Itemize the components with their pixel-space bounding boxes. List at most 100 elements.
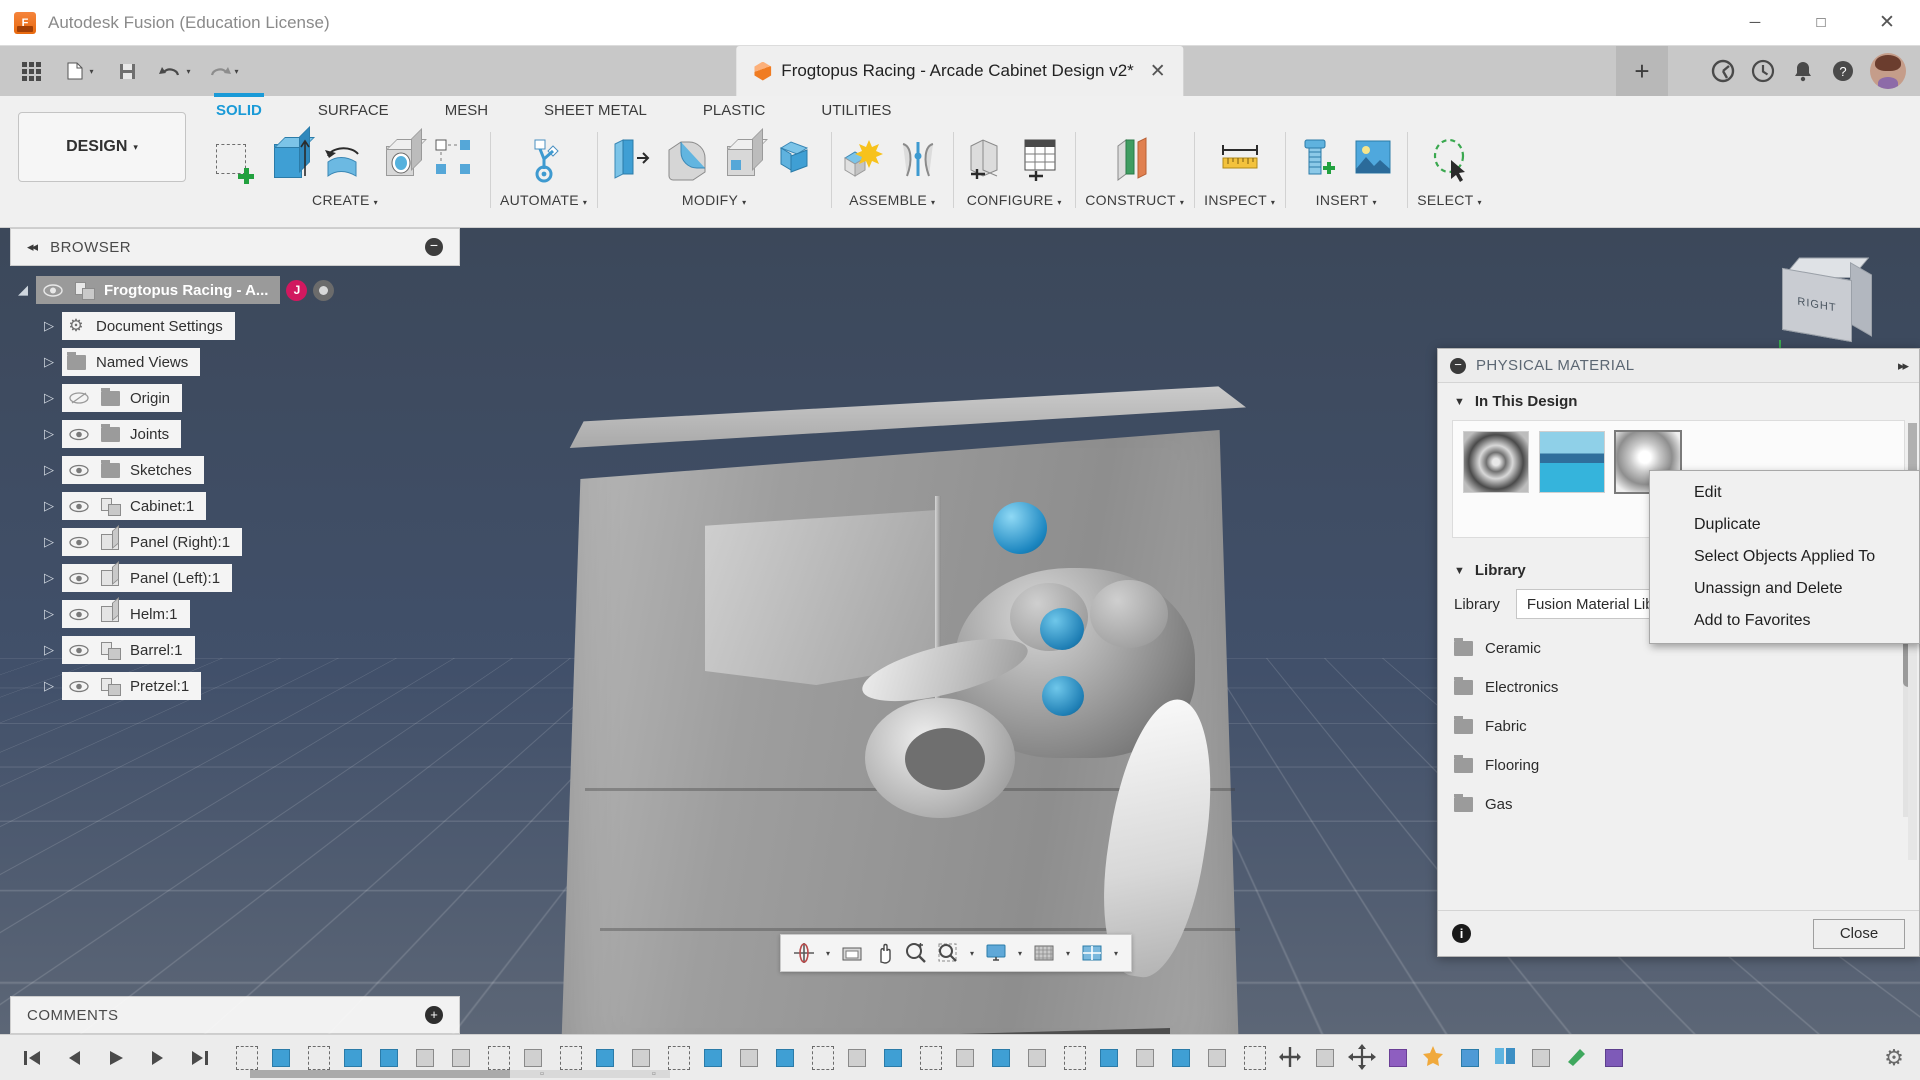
- expand-twisty-icon[interactable]: ▷: [36, 318, 62, 334]
- help-icon[interactable]: ?: [1826, 54, 1860, 88]
- zoom-icon[interactable]: [901, 938, 931, 968]
- chevron-down-icon[interactable]: ▾: [1013, 949, 1027, 958]
- shell-icon[interactable]: [719, 136, 765, 188]
- visibility-eye-icon[interactable]: [62, 600, 96, 628]
- expand-twisty-icon[interactable]: ▷: [36, 606, 62, 622]
- measure-icon[interactable]: [1217, 136, 1263, 188]
- visibility-eye-icon[interactable]: [62, 492, 96, 520]
- revolve-icon[interactable]: [322, 136, 368, 188]
- maximize-button[interactable]: □: [1788, 0, 1854, 45]
- context-menu-item-edit[interactable]: Edit: [1650, 477, 1919, 509]
- timeline-feature-move[interactable]: [1348, 1043, 1378, 1072]
- recent-icon[interactable]: [1746, 54, 1780, 88]
- timeline-feature[interactable]: [448, 1044, 478, 1072]
- context-menu-item-select-objects-applied-to[interactable]: Select Objects Applied To: [1650, 541, 1919, 573]
- offset-plane-icon[interactable]: [1112, 136, 1158, 188]
- new-document-button[interactable]: +: [1616, 46, 1668, 96]
- timeline-settings-gear-icon[interactable]: ⚙: [1882, 1045, 1906, 1070]
- tree-item-content[interactable]: Panel (Right):1: [62, 528, 243, 556]
- minimize-dialog-icon[interactable]: −: [1450, 357, 1466, 374]
- collapse-browser-icon[interactable]: ◂◂: [27, 239, 38, 255]
- timeline-feature[interactable]: [1168, 1044, 1198, 1072]
- close-document-icon[interactable]: ✕: [1150, 60, 1166, 83]
- expand-twisty-icon[interactable]: ▷: [36, 462, 62, 478]
- chevron-down-icon[interactable]: ▾: [1180, 198, 1184, 207]
- new-file-icon[interactable]: ▾: [56, 51, 102, 91]
- timeline-feature[interactable]: [1132, 1044, 1162, 1072]
- comments-panel-header[interactable]: COMMENTS +: [10, 996, 460, 1034]
- library-item-electronics[interactable]: Electronics: [1438, 668, 1919, 707]
- timeline-feature[interactable]: [808, 1044, 838, 1072]
- tree-item-content[interactable]: Pretzel:1: [62, 672, 202, 700]
- tree-item-content[interactable]: Origin: [62, 384, 183, 412]
- timeline-feature[interactable]: [664, 1044, 694, 1072]
- timeline-feature[interactable]: [1240, 1044, 1270, 1072]
- minimize-browser-icon[interactable]: −: [425, 238, 443, 256]
- expand-twisty-icon[interactable]: ▷: [36, 642, 62, 658]
- timeline-feature[interactable]: [484, 1044, 514, 1072]
- tab-solid[interactable]: SOLID: [188, 93, 290, 124]
- chevron-down-icon[interactable]: ▾: [1271, 198, 1275, 207]
- expand-twisty-icon[interactable]: ▷: [36, 354, 62, 370]
- expand-twisty-icon[interactable]: ▷: [36, 534, 62, 550]
- create-sketch-icon[interactable]: [210, 136, 256, 188]
- info-icon[interactable]: i: [1452, 924, 1471, 943]
- expand-twisty-icon[interactable]: ▷: [36, 570, 62, 586]
- new-component-icon[interactable]: [841, 136, 887, 188]
- timeline-feature[interactable]: [304, 1044, 334, 1072]
- timeline-feature-canvas[interactable]: [1456, 1044, 1486, 1072]
- generative-design-icon[interactable]: [521, 136, 567, 188]
- press-pull-icon[interactable]: [607, 136, 653, 188]
- look-at-icon[interactable]: [837, 938, 867, 968]
- pattern-icon[interactable]: [434, 136, 480, 188]
- tree-row-origin[interactable]: ▷ Origin: [10, 380, 460, 416]
- status-badge[interactable]: J: [286, 279, 308, 301]
- material-context-menu[interactable]: Edit Duplicate Select Objects Applied To…: [1649, 470, 1920, 644]
- physical-material-dialog[interactable]: − PHYSICAL MATERIAL ▸▸ ▼ In This Design …: [1437, 348, 1920, 957]
- chevron-down-icon[interactable]: ▾: [583, 198, 587, 207]
- chevron-down-icon[interactable]: ▾: [374, 198, 378, 207]
- expand-twisty-icon[interactable]: ▷: [36, 390, 62, 406]
- material-swatch-chrome[interactable]: [1463, 431, 1529, 493]
- tree-item-content[interactable]: Sketches: [62, 456, 204, 484]
- chevron-down-icon[interactable]: ▾: [742, 198, 746, 207]
- step-back-icon[interactable]: [64, 1048, 84, 1068]
- visibility-eye-icon[interactable]: [62, 420, 96, 448]
- tab-utilities[interactable]: UTILITIES: [793, 96, 919, 124]
- tree-item-content[interactable]: Helm:1: [62, 600, 190, 628]
- tree-item-content[interactable]: Named Views: [62, 348, 201, 376]
- timeline-feature[interactable]: [268, 1044, 298, 1072]
- tree-row-sketches[interactable]: ▷ Sketches: [10, 452, 460, 488]
- timeline-feature-appearance[interactable]: [1384, 1044, 1414, 1072]
- timeline-feature[interactable]: [916, 1044, 946, 1072]
- triangle-down-icon[interactable]: ▼: [1454, 565, 1465, 577]
- tab-surface[interactable]: SURFACE: [290, 96, 417, 124]
- tab-mesh[interactable]: MESH: [417, 96, 516, 124]
- expand-twisty-icon[interactable]: ◢: [10, 282, 36, 298]
- timeline-feature[interactable]: [1096, 1044, 1126, 1072]
- visibility-eye-icon[interactable]: [62, 456, 96, 484]
- chevron-down-icon[interactable]: ▾: [1373, 198, 1377, 207]
- timeline-feature[interactable]: [1204, 1044, 1234, 1072]
- visibility-eye-icon[interactable]: [62, 636, 96, 664]
- material-swatch-water[interactable]: [1539, 431, 1605, 493]
- expand-twisty-icon[interactable]: ▷: [36, 426, 62, 442]
- extensions-icon[interactable]: [1706, 54, 1740, 88]
- tree-row-barrel[interactable]: ▷ Barrel:1: [10, 632, 460, 668]
- timeline-feature-joint[interactable]: [1276, 1044, 1306, 1072]
- tree-item-content[interactable]: Joints: [62, 420, 182, 448]
- tree-item-content[interactable]: Cabinet:1: [62, 492, 207, 520]
- hole-icon[interactable]: [378, 136, 424, 188]
- tree-row-pretzel[interactable]: ▷ Pretzel:1: [10, 668, 460, 704]
- tree-row-document-settings[interactable]: ▷ ⚙ Document Settings: [10, 308, 460, 344]
- visibility-eye-icon[interactable]: [62, 528, 96, 556]
- timeline-feature[interactable]: [880, 1044, 910, 1072]
- fillet-icon[interactable]: [663, 136, 709, 188]
- save-icon[interactable]: [104, 51, 150, 91]
- context-menu-item-unassign-and-delete[interactable]: Unassign and Delete: [1650, 573, 1919, 605]
- context-menu-item-add-to-favorites[interactable]: Add to Favorites: [1650, 605, 1919, 637]
- zoom-window-icon[interactable]: [933, 938, 963, 968]
- tree-row-root[interactable]: ◢ Frogtopus Racing - A... J: [10, 272, 460, 308]
- undo-icon[interactable]: ▾: [152, 51, 198, 91]
- configuration-icon[interactable]: [963, 136, 1009, 188]
